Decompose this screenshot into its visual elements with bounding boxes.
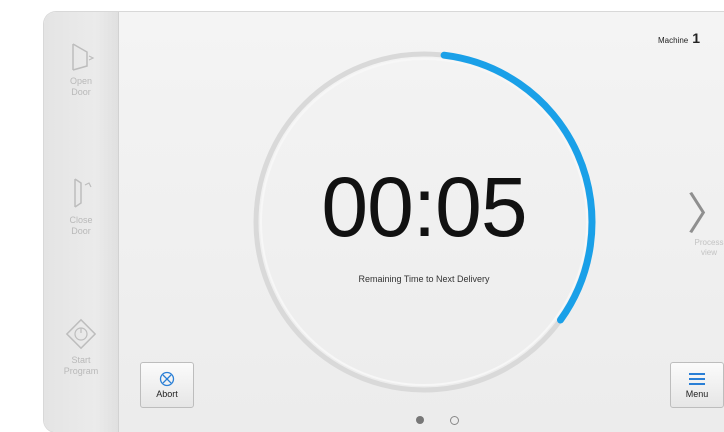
machine-number: 1 — [692, 30, 701, 46]
sidebar: Open Door Close Door Start Program — [44, 12, 119, 432]
close-door-button[interactable]: Close Door — [44, 177, 118, 237]
next-view-label: Process view — [694, 238, 724, 257]
menu-icon — [689, 373, 705, 385]
abort-button[interactable]: Abort — [140, 362, 194, 408]
sidebar-item-label: Start Program — [63, 355, 99, 376]
remaining-time: 00:05 — [321, 160, 527, 254]
page-dot-active[interactable] — [416, 416, 424, 424]
abort-icon — [159, 371, 175, 387]
next-view-button[interactable]: 〉 Process view — [674, 192, 724, 258]
page-dot-inactive[interactable] — [450, 416, 459, 425]
chevron-right-icon: 〉 — [674, 192, 724, 238]
door-close-icon — [74, 178, 92, 208]
machine-indicator: Machine 1 — [658, 30, 700, 46]
door-open-icon — [72, 43, 95, 71]
start-program-button[interactable]: Start Program — [44, 317, 118, 377]
sidebar-item-label: Close Door — [69, 215, 93, 236]
machine-label: Machine — [658, 36, 689, 45]
machine-screen: Open Door Close Door Start Program 00:05… — [44, 12, 724, 432]
abort-label: Abort — [156, 389, 178, 399]
sidebar-item-label: Open Door — [69, 76, 93, 97]
open-door-button[interactable]: Open Door — [44, 42, 118, 98]
remaining-time-caption: Remaining Time to Next Delivery — [358, 274, 490, 284]
menu-button[interactable]: Menu — [670, 362, 724, 408]
countdown-timer: 00:05 Remaining Time to Next Delivery — [244, 22, 604, 422]
menu-label: Menu — [685, 389, 709, 399]
start-program-icon — [65, 318, 97, 350]
